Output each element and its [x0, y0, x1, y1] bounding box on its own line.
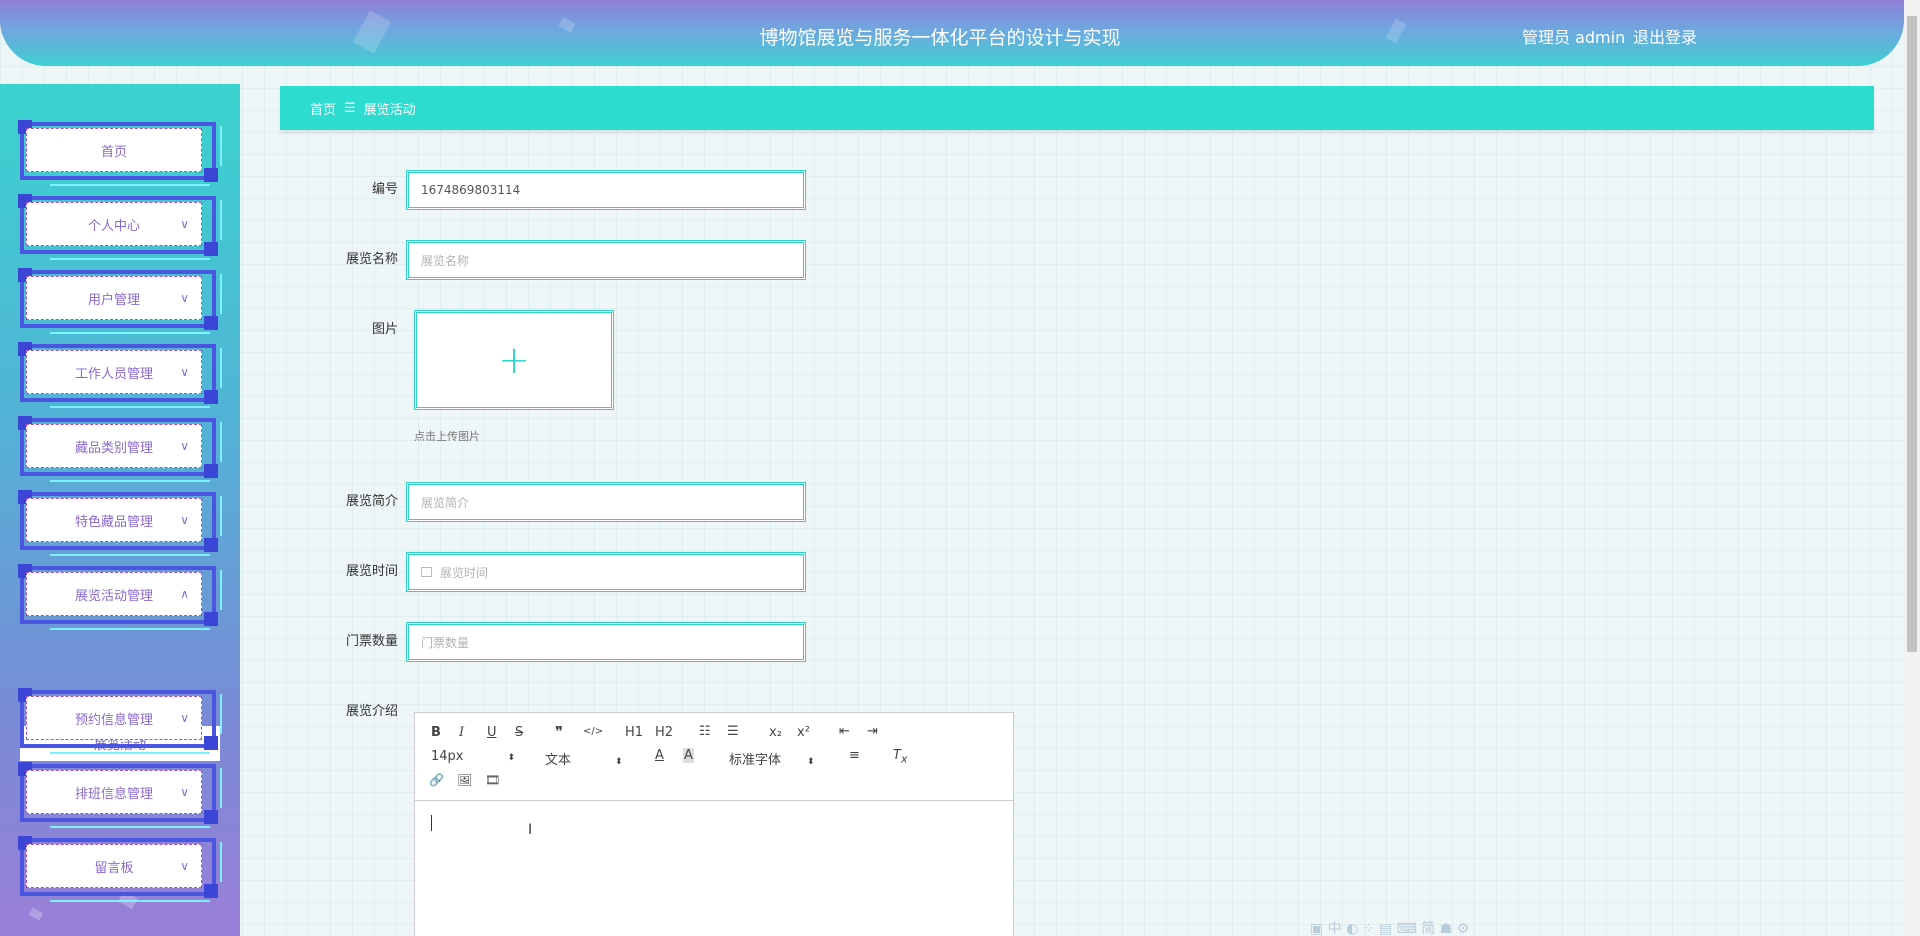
sidebar: 首页 个人中心 ∨ 用户管理 ∨ 工作人员管理 ∨ 藏品类别管理 ∨ 特色藏品管理 ∨ 展… [0, 84, 240, 936]
sidebar-decoration [28, 907, 44, 921]
form-row-tickets: 门票数量 门票数量 [340, 622, 806, 662]
upload-tip: 点击上传图片 [414, 430, 480, 443]
breadcrumb: 首页 ☰ 展览活动 [280, 86, 1874, 130]
form-row-intro: 展览简介 展览简介 [340, 482, 806, 522]
sidebar-item-label: 展览活动管理 [74, 588, 153, 604]
exhibition-name-input[interactable]: 展览名称 [406, 240, 806, 280]
logout-link[interactable]: 退出登录 [1633, 24, 1697, 48]
input-method-toolbar-icon: ▣ 中 ◐ ⁘ ▤ ⌨ 简 ☗ ⚙ [1310, 921, 1470, 936]
sidebar-item-users[interactable]: 用户管理 ∨ [18, 268, 222, 334]
chevron-down-icon: ∨ [180, 785, 189, 799]
chevron-down-icon: ∨ [180, 365, 189, 379]
sidebar-item-schedule[interactable]: 排班信息管理 ∨ [18, 762, 222, 828]
blockquote-button[interactable]: ❞ [555, 723, 563, 741]
sidebar-item-message-board[interactable]: 留言板 ∨ [18, 836, 222, 902]
chevron-down-icon: ∨ [180, 291, 189, 305]
image-button[interactable]: 🖼 [457, 773, 472, 787]
time-label: 展览时间 [345, 564, 398, 579]
font-family-select[interactable]: 标准字体 ⬍ [729, 749, 815, 768]
sidebar-item-home[interactable]: 首页 [18, 120, 222, 186]
select-arrows-icon: ⬍ [807, 757, 815, 767]
heading2-button[interactable]: H2 [655, 725, 673, 740]
chevron-down-icon: ∨ [180, 439, 189, 453]
rich-text-editor: B I U S ❞ </> H1 H2 ☷ ☰ x₂ x² ⇤ ⇥ 14px ⬍ … [414, 712, 1014, 936]
breadcrumb-home[interactable]: 首页 [310, 99, 336, 118]
sidebar-item-staff[interactable]: 工作人员管理 ∨ [18, 342, 222, 408]
plus-icon: + [498, 338, 530, 382]
image-upload-button[interactable]: + [414, 310, 614, 410]
sidebar-item-label: 个人中心 [87, 218, 140, 234]
vertical-scrollbar[interactable] [1904, 0, 1920, 936]
description-label: 展览介绍 [345, 704, 398, 719]
breadcrumb-current: 展览活动 [363, 102, 416, 118]
outdent-button[interactable]: ⇤ [839, 724, 850, 739]
sidebar-item-personal-center[interactable]: 个人中心 ∨ [18, 194, 222, 260]
chevron-up-icon: ∧ [180, 587, 189, 601]
ordered-list-button[interactable]: ☷ [699, 724, 711, 739]
text-caret [431, 815, 432, 831]
clean-format-button[interactable]: Tx [893, 748, 907, 766]
exhibition-intro-input[interactable]: 展览简介 [406, 482, 806, 522]
editor-toolbar: B I U S ❞ </> H1 H2 ☷ ☰ x₂ x² ⇤ ⇥ 14px ⬍ … [415, 713, 1013, 801]
id-label: 编号 [371, 182, 398, 197]
ibeam-cursor-icon: I [528, 822, 533, 838]
calendar-icon [421, 567, 432, 577]
subscript-button[interactable]: x₂ [769, 725, 782, 740]
form-row-time: 展览时间 展览时间 [340, 552, 806, 592]
intro-label: 展览简介 [345, 494, 398, 509]
ticket-count-input[interactable]: 门票数量 [406, 622, 806, 662]
sidebar-item-exhibition-activity[interactable]: 展览活动管理 ∧ [18, 564, 222, 630]
sidebar-item-featured-collection[interactable]: 特色藏品管理 ∨ [18, 490, 222, 556]
heading1-button[interactable]: H1 [625, 725, 643, 740]
align-button[interactable]: ≡ [849, 748, 860, 763]
menu-icon: ☰ [344, 100, 356, 116]
code-block-button[interactable]: </> [583, 726, 603, 737]
strike-button[interactable]: S [515, 725, 523, 740]
header-select[interactable]: 文本 ⬍ [545, 749, 623, 768]
indent-button[interactable]: ⇥ [867, 724, 878, 739]
sidebar-item-label: 预约信息管理 [74, 712, 153, 728]
id-field[interactable]: 1674869803114 [406, 170, 806, 210]
image-label: 图片 [371, 322, 398, 337]
exhibition-time-picker[interactable]: 展览时间 [406, 552, 806, 592]
sidebar-item-label: 留言板 [94, 860, 134, 876]
link-button[interactable]: 🔗 [429, 773, 444, 787]
italic-button[interactable]: I [459, 725, 464, 740]
font-color-button[interactable]: A [655, 748, 664, 763]
sidebar-item-label: 特色藏品管理 [74, 514, 153, 530]
video-button[interactable]: 🎞 [485, 773, 500, 787]
chevron-down-icon: ∨ [180, 217, 189, 231]
form-row-image: 图片 [340, 310, 406, 350]
form-row-description: 展览介绍 [340, 692, 406, 732]
bullet-list-button[interactable]: ☰ [727, 724, 739, 739]
name-label: 展览名称 [345, 252, 398, 267]
sidebar-item-label: 用户管理 [87, 292, 140, 308]
chevron-down-icon: ∨ [180, 711, 189, 725]
form-row-id: 编号 1674869803114 [340, 170, 806, 210]
sidebar-item-collection-category[interactable]: 藏品类别管理 ∨ [18, 416, 222, 482]
bold-button[interactable]: B [431, 725, 441, 740]
top-header: 博物馆展览与服务一体化平台的设计与实现 管理员 admin 退出登录 [0, 0, 1904, 66]
underline-button[interactable]: U [487, 725, 497, 740]
form-row-name: 展览名称 展览名称 [340, 240, 806, 280]
tickets-label: 门票数量 [345, 634, 398, 649]
superscript-button[interactable]: x² [797, 725, 810, 740]
current-user: 管理员 admin [1522, 28, 1626, 47]
background-color-button[interactable]: A [683, 748, 694, 763]
sidebar-item-label: 藏品类别管理 [74, 440, 153, 456]
sidebar-item-reservation[interactable]: 预约信息管理 ∨ [18, 688, 222, 754]
sidebar-item-label: 排班信息管理 [74, 786, 153, 802]
scrollbar-thumb[interactable] [1907, 16, 1917, 652]
sidebar-item-label: 工作人员管理 [74, 366, 153, 382]
select-arrows-icon: ⬍ [507, 753, 516, 763]
select-arrows-icon: ⬍ [615, 757, 623, 767]
chevron-down-icon: ∨ [180, 513, 189, 527]
sidebar-item-label: 首页 [100, 144, 127, 160]
font-size-select[interactable]: 14px ⬍ [431, 749, 515, 764]
chevron-down-icon: ∨ [180, 859, 189, 873]
time-placeholder: 展览时间 [440, 565, 489, 580]
